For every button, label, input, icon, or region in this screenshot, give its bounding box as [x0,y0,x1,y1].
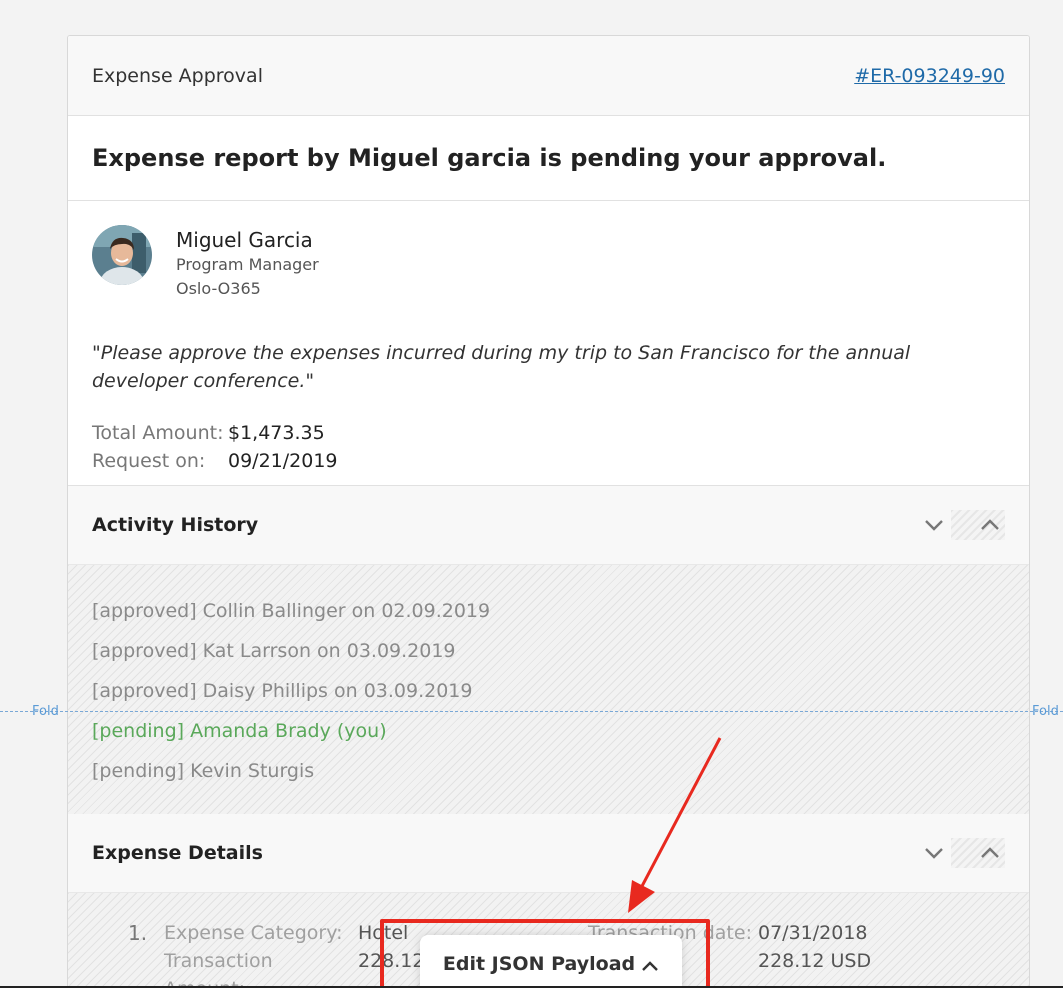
chevron-up-icon [979,842,1001,864]
chevron-down-icon[interactable] [923,842,945,864]
expense-details-title: Expense Details [92,842,263,864]
collapse-toggle[interactable] [951,510,1005,540]
fold-label-right: Fold [1032,704,1059,719]
amount-label: Transaction Amount: [164,950,273,988]
requester-location: Oslo-O365 [176,279,261,298]
details-toggles [923,838,1005,868]
activity-entry: [approved] Kat Larrson on 03.09.2019 [92,640,456,662]
request-date-label: Request on: [92,450,206,472]
chevron-down-icon[interactable] [923,514,945,536]
activity-entry: [approved] Collin Ballinger on 02.09.201… [92,600,491,622]
category-label: Expense Category: [164,922,343,944]
headline: Expense report by Miguel garcia is pendi… [68,116,1029,201]
request-quote: "Please approve the expenses incurred du… [92,342,911,392]
requester-role: Program Manager [176,255,319,274]
total-amount-row: Total Amount: $1,473.35 [92,419,1005,447]
annotation-highlight-box [380,919,710,988]
requester-info: Miguel Garcia Program Manager Oslo-O365 [176,227,319,301]
total-amount-value: $1,473.35 [228,422,325,444]
report-id-link[interactable]: #ER-093249-90 [854,65,1005,87]
card-title: Expense Approval [92,64,263,87]
collapse-toggle[interactable] [951,838,1005,868]
activity-history-title: Activity History [92,514,259,536]
expense-item-index-spacer [128,947,164,988]
fold-label-left: Fold [32,704,59,719]
total-amount-label: Total Amount: [92,422,224,444]
activity-entry: [approved] Daisy Phillips on 03.09.2019 [92,680,473,702]
request-date-value: 09/21/2019 [228,450,338,472]
activity-toggles [923,510,1005,540]
expense-approval-card: Expense Approval #ER-093249-90 Expense r… [67,35,1030,988]
chevron-up-icon [979,514,1001,536]
activity-history-header[interactable]: Activity History [68,486,1029,565]
currency-value: 228.12 USD [758,950,872,972]
card-header: Expense Approval #ER-093249-90 [68,36,1029,116]
activity-entry-current-user: [pending] Amanda Brady (you) [92,720,387,742]
avatar [92,225,152,285]
requester: Miguel Garcia Program Manager Oslo-O365 [92,225,1005,301]
request-summary: Miguel Garcia Program Manager Oslo-O365 … [68,201,1029,486]
person-avatar-icon [92,225,152,285]
expense-item-index: 1. [128,921,148,945]
activity-entry: [pending] Kevin Sturgis [92,760,315,782]
activity-history-list: [approved] Collin Ballinger on 02.09.201… [68,565,1029,814]
request-facts: Total Amount: $1,473.35 Request on: 09/2… [92,419,1005,475]
request-date-row: Request on: 09/21/2019 [92,447,1005,475]
expense-details-header[interactable]: Expense Details [68,814,1029,893]
fold-line [0,711,1063,712]
requester-name: Miguel Garcia [176,228,313,252]
date-value: 07/31/2018 [758,922,868,944]
